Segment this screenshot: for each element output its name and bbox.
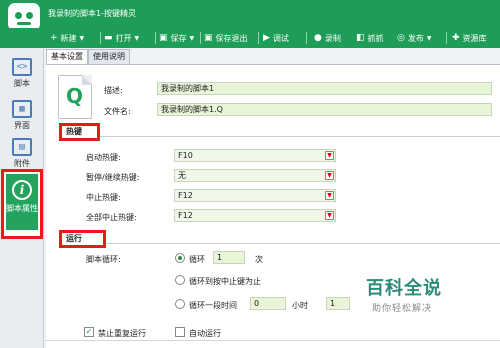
duration-hours-input[interactable]: 0 xyxy=(250,297,286,310)
start-hotkey-select[interactable]: F10 ▼ xyxy=(174,149,336,162)
script-icon: <> xyxy=(12,58,32,76)
hours-unit-label: 小时 xyxy=(292,301,308,310)
description-label: 描述: xyxy=(104,86,123,95)
capture-label: 抓抓 xyxy=(367,33,384,43)
sidebar-item-script-properties[interactable]: i 脚本属性 xyxy=(1,169,43,239)
debug-label: 调试 xyxy=(272,33,289,43)
toolbar: + 新建 ▼ ▬ 打开 ▼ ▣ 保存 ▼ ▣ 保存退出 ▶ 调试 ● 录制 ◧ … xyxy=(0,28,500,48)
record-button[interactable]: ● 录制 xyxy=(314,30,341,46)
stop-hotkey-value: F12 xyxy=(178,191,193,200)
chevron-down-icon[interactable]: ▼ xyxy=(135,35,140,42)
run-section-title: 运行 xyxy=(66,234,82,243)
chevron-down-icon[interactable]: ▼ xyxy=(190,35,195,42)
save-exit-label: 保存退出 xyxy=(215,33,248,43)
title-bar: 我录制的脚本1-按键精灵 xyxy=(0,0,500,31)
loop-until-stop-label: 循环到按中止键为止 xyxy=(189,277,261,286)
start-hotkey-label: 启动热键: xyxy=(86,153,121,162)
loop-until-stop-radio[interactable] xyxy=(175,275,185,285)
new-button[interactable]: + 新建 ▼ xyxy=(50,30,84,46)
filename-label: 文件名: xyxy=(104,107,131,116)
publish-button[interactable]: ◎ 发布 ▼ xyxy=(397,30,431,46)
open-button[interactable]: ▬ 打开 ▼ xyxy=(104,30,139,46)
tab-usage-notes[interactable]: 使用说明 xyxy=(88,49,130,64)
chevron-down-icon[interactable]: ▼ xyxy=(325,171,334,180)
chevron-down-icon[interactable]: ▼ xyxy=(80,35,85,42)
loop-count-unit: 次 xyxy=(255,255,263,264)
capture-button[interactable]: ◧ 抓抓 xyxy=(356,30,384,46)
sidebar-item-label: 脚本 xyxy=(14,79,30,88)
watermark-subtitle: 助你轻松解决 xyxy=(372,304,433,314)
save-icon: ▣ xyxy=(159,32,168,43)
no-repeat-label: 禁止重复运行 xyxy=(98,329,146,338)
app-logo-icon xyxy=(8,3,40,31)
pause-hotkey-value: 无 xyxy=(178,171,186,180)
chevron-down-icon[interactable]: ▼ xyxy=(325,191,334,200)
resources-label: 资源库 xyxy=(462,33,487,43)
no-repeat-checkbox[interactable]: ✓ xyxy=(84,327,94,337)
watermark-title: 百科全说 xyxy=(366,278,442,299)
hotkeys-section-title: 热键 xyxy=(66,127,82,136)
watermark: 百科全说 助你轻松解决 xyxy=(366,274,466,318)
stop-hotkey-label: 中止热键: xyxy=(86,193,121,202)
divider xyxy=(46,340,500,341)
sidebar-item-attachment[interactable]: ▤ 附件 xyxy=(6,134,38,168)
record-label: 录制 xyxy=(324,33,341,43)
record-icon: ● xyxy=(314,32,322,43)
stop-all-hotkey-value: F12 xyxy=(178,211,193,220)
chevron-down-icon[interactable]: ▼ xyxy=(427,35,432,42)
stop-all-hotkey-label: 全部中止热键: xyxy=(86,213,137,222)
loop-count-radio[interactable] xyxy=(175,253,185,263)
stop-hotkey-select[interactable]: F12 ▼ xyxy=(174,189,336,202)
save-button[interactable]: ▣ 保存 ▼ xyxy=(159,30,194,46)
sidebar-item-label: 附件 xyxy=(14,159,30,168)
window-title: 我录制的脚本1-按键精灵 xyxy=(48,9,136,18)
script-file-icon: Q xyxy=(58,75,92,119)
capture-icon: ◧ xyxy=(356,32,365,43)
info-icon: i xyxy=(12,180,32,200)
publish-icon: ◎ xyxy=(397,32,405,43)
description-field[interactable]: 我录制的脚本1 xyxy=(157,82,492,95)
script-loop-label: 脚本循环: xyxy=(86,255,121,264)
new-label: 新建 xyxy=(60,33,77,43)
folder-icon: ▬ xyxy=(104,32,113,43)
hotkeys-section-header: 热键 xyxy=(59,123,100,141)
auto-run-label: 自动运行 xyxy=(189,329,221,338)
tab-basic-settings[interactable]: 基本设置 xyxy=(46,49,88,64)
play-icon: ▶ xyxy=(263,32,270,43)
start-hotkey-value: F10 xyxy=(178,151,193,160)
debug-button[interactable]: ▶ 调试 xyxy=(263,30,289,46)
loop-duration-radio[interactable] xyxy=(175,299,185,309)
pause-hotkey-label: 暂停/继续热键: xyxy=(86,173,140,182)
plus-icon: + xyxy=(50,32,58,43)
attachment-icon: ▤ xyxy=(12,138,32,156)
file-icon-letter: Q xyxy=(66,84,84,108)
loop-count-input[interactable]: 1 xyxy=(213,251,245,264)
chevron-down-icon[interactable]: ▼ xyxy=(325,211,334,220)
save-exit-icon: ▣ xyxy=(204,32,213,43)
chevron-down-icon[interactable]: ▼ xyxy=(325,151,334,160)
publish-label: 发布 xyxy=(407,33,424,43)
stop-all-hotkey-select[interactable]: F12 ▼ xyxy=(174,209,336,222)
open-label: 打开 xyxy=(115,33,132,43)
duration-minutes-input[interactable]: 1 xyxy=(326,297,350,310)
loop-count-option-label: 循环 xyxy=(189,255,205,264)
filename-field[interactable]: 我录制的脚本1.Q xyxy=(157,103,492,116)
sidebar-item-label: 界面 xyxy=(14,121,30,130)
pause-hotkey-select[interactable]: 无 ▼ xyxy=(174,169,336,182)
save-label: 保存 xyxy=(170,33,187,43)
sidebar-item-script[interactable]: <> 脚本 xyxy=(6,54,38,96)
auto-run-checkbox[interactable] xyxy=(175,327,185,337)
sidebar-item-interface[interactable]: ▦ 界面 xyxy=(6,96,38,138)
run-section-header: 运行 xyxy=(59,230,106,248)
interface-icon: ▦ xyxy=(12,100,32,118)
resources-icon: ✚ xyxy=(452,32,460,43)
save-exit-button[interactable]: ▣ 保存退出 xyxy=(204,30,248,46)
loop-duration-label: 循环一段时间 xyxy=(189,301,237,310)
sidebar-item-label: 脚本属性 xyxy=(6,204,38,213)
resources-button[interactable]: ✚ 资源库 xyxy=(452,30,487,46)
